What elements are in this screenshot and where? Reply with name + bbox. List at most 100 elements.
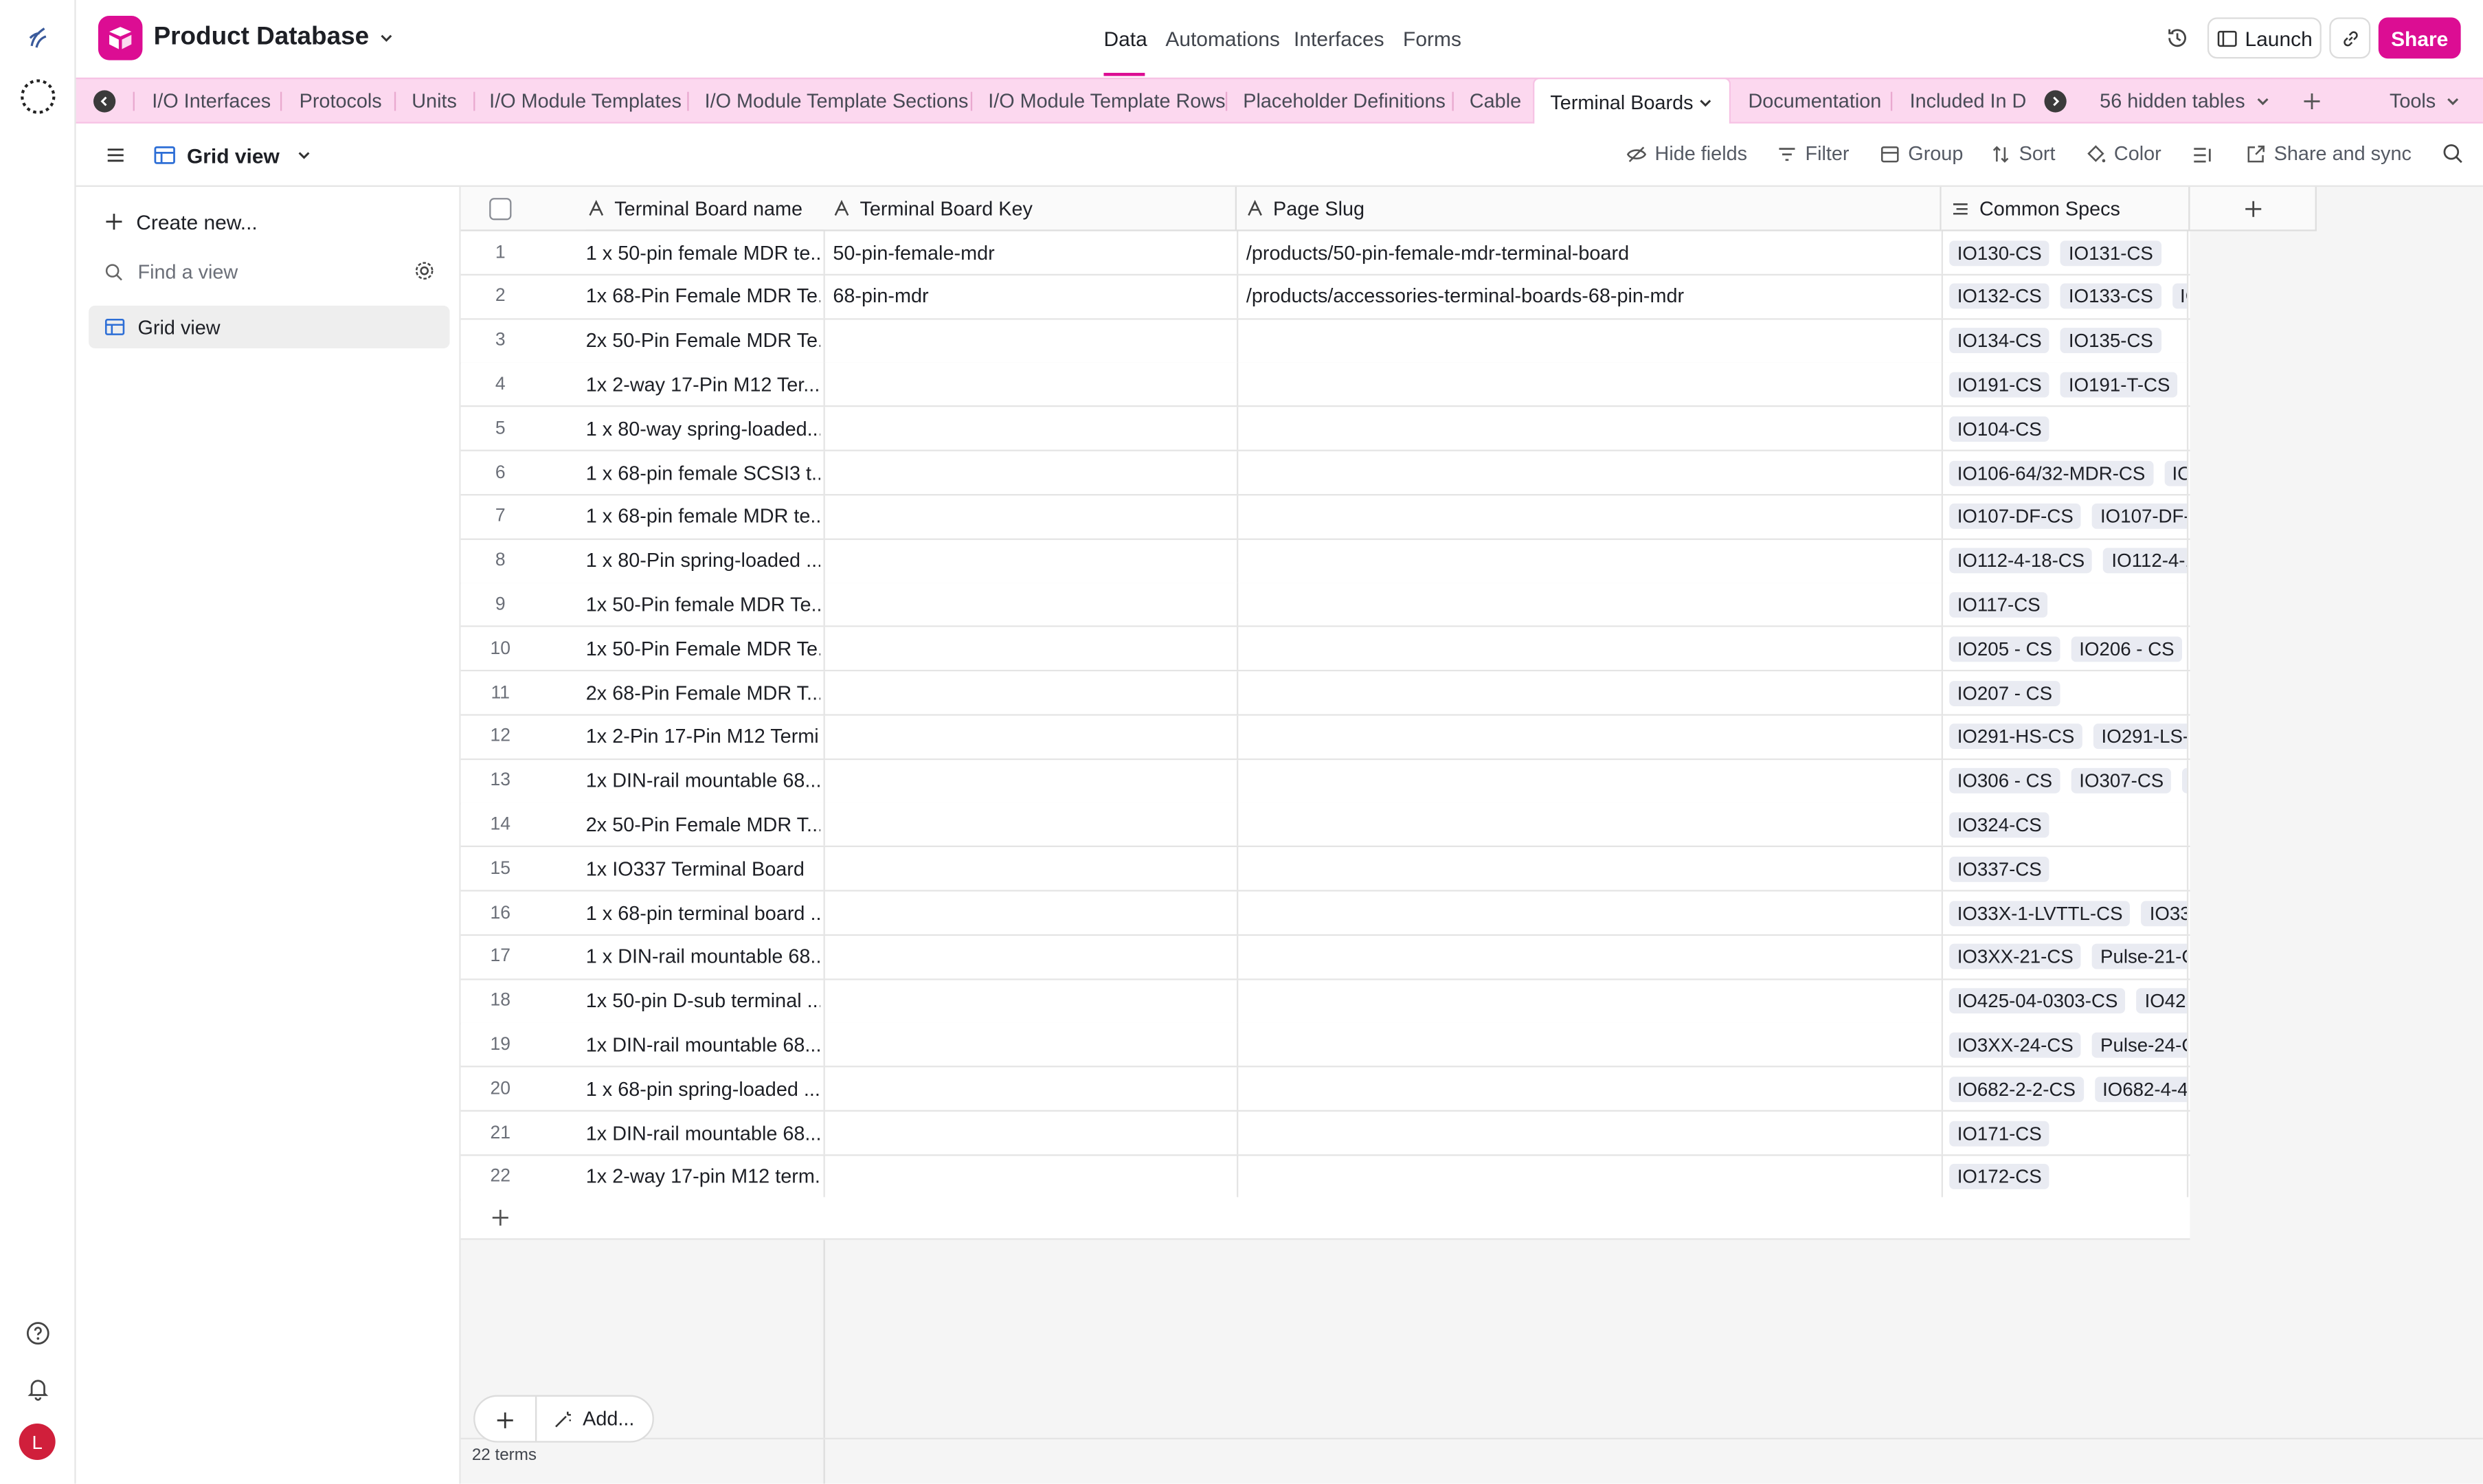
cell-page-slug[interactable] [1237,803,1942,846]
cell-common-specs[interactable]: IO324-CS [1941,803,2189,846]
table-row[interactable]: 16 1 x 68-pin terminal board ... IO33X-1-L… [460,891,2190,936]
cell-common-specs[interactable]: IO306 - CS IO307-CS IO [1941,759,2189,802]
cell-terminal-board-name[interactable]: 1x 2-Pin 17-Pin M12 Termi... [586,715,820,758]
share-and-sync-button[interactable]: Share and sync [2245,142,2412,165]
linked-record-pill[interactable]: IO1 [2164,460,2187,486]
tab-protocols[interactable]: Protocols [300,79,382,124]
cell-page-slug[interactable]: /products/accessories-terminal-boards-68… [1237,275,1942,318]
cell-common-specs[interactable]: IO291-HS-CS IO291-LS-C [1941,715,2189,758]
tab-included-in[interactable]: Included In De [1910,79,2027,124]
tab-io-module-template-rows[interactable]: I/O Module Template Rows [988,79,1225,124]
linked-record-pill[interactable]: IO307-CS [2071,768,2172,794]
cell-terminal-board-key[interactable] [823,979,1235,1022]
cell-common-specs[interactable]: IO337-CS [1941,847,2189,890]
linked-record-pill[interactable]: IO3XX-21-CS [1949,944,2082,970]
hide-fields-button[interactable]: Hide fields [1626,142,1747,165]
search-icon[interactable] [2440,141,2466,166]
table-row[interactable]: 10 1x 50-Pin Female MDR Te... IO205 - CS IO… [460,627,2190,672]
table-row[interactable]: 1 1 x 50-pin female MDR te... 50-pin-femal… [460,231,2190,276]
tab-units[interactable]: Units [412,79,457,124]
table-row[interactable]: 19 1x DIN-rail mountable 68... IO3XX-24-CS… [460,1023,2190,1068]
cell-page-slug[interactable] [1237,847,1942,890]
linked-record-pill[interactable]: IO [2182,768,2187,794]
share-button[interactable]: Share [2378,17,2461,59]
cell-terminal-board-key[interactable] [823,539,1235,583]
column-header-page-slug[interactable]: Page Slug [1237,186,1942,232]
linked-record-pill[interactable]: IO106-64/32-MDR-CS [1949,460,2153,486]
cell-terminal-board-name[interactable]: 1x 2-way 17-pin M12 term... [586,1156,820,1198]
linked-record-pill[interactable]: IO425-04-0303-CS [1949,988,2126,1014]
tab-io-module-templates[interactable]: I/O Module Templates [489,79,682,124]
cell-page-slug[interactable] [1237,407,1942,450]
cell-common-specs[interactable]: IO425-04-0303-CS IO425 [1941,979,2189,1022]
cell-page-slug[interactable] [1237,1156,1942,1199]
cell-terminal-board-key[interactable]: 68-pin-mdr [823,275,1235,318]
scroll-right-icon[interactable] [2044,90,2067,113]
linked-record-pill[interactable]: IO33X-1-LVTTL-CS [1949,900,2131,926]
table-row[interactable]: 14 2x 50-Pin Female MDR T... IO324-CS [460,803,2190,848]
cell-page-slug[interactable] [1237,495,1942,539]
linked-record-pill[interactable]: IO130-CS [1949,240,2050,266]
cell-page-slug[interactable] [1237,583,1942,627]
tab-cable[interactable]: Cable [1470,79,1521,124]
linked-record-pill[interactable]: IO172-CS [1949,1164,2050,1190]
cell-page-slug[interactable] [1237,715,1942,758]
find-view-field[interactable]: Find a view [104,258,437,286]
cell-terminal-board-name[interactable]: 2x 50-Pin Female MDR T... [586,803,820,846]
cell-common-specs[interactable]: IO106-64/32-MDR-CS IO1 [1941,451,2189,495]
cell-common-specs[interactable]: IO130-CS IO131-CS [1941,231,2189,274]
scroll-left-icon[interactable] [93,90,116,113]
linked-record-pill[interactable]: IO291-LS-C [2093,723,2187,750]
cell-page-slug[interactable] [1237,1111,1942,1155]
cell-page-slug[interactable] [1237,451,1942,495]
cell-terminal-board-key[interactable] [823,363,1235,406]
notifications-bell-icon[interactable] [24,1375,52,1403]
table-row[interactable]: 8 1 x 80-Pin spring-loaded ... IO112-4-18-… [460,539,2190,584]
cell-terminal-board-key[interactable] [823,1111,1235,1155]
tab-io-module-template-sections[interactable]: I/O Module Template Sections [705,79,969,124]
linked-record-pill[interactable]: IO135-CS [2060,328,2161,354]
column-header-terminal-board-key[interactable]: Terminal Board Key [823,186,1237,232]
cell-page-slug[interactable] [1237,671,1942,715]
cell-common-specs[interactable]: IO3XX-24-CS Pulse-24-C [1941,1023,2189,1067]
cell-page-slug[interactable] [1237,935,1942,978]
cell-common-specs[interactable]: IO104-CS [1941,407,2189,450]
settings-gear-icon[interactable] [414,260,436,282]
cell-terminal-board-key[interactable]: 50-pin-female-mdr [823,231,1235,274]
linked-record-pill[interactable]: IO112-4-18-CS [1949,548,2093,574]
linked-record-pill[interactable]: IO306 - CS [1949,768,2060,794]
cell-terminal-board-key[interactable] [823,627,1235,671]
table-row[interactable]: 2 1x 68-Pin Female MDR Te... 68-pin-mdr/pr… [460,275,2190,320]
table-row[interactable]: 5 1 x 80-way spring-loaded... IO104-CS [460,407,2190,452]
linked-record-pill[interactable]: IO191-T-CS [2060,372,2179,398]
linked-record-pill[interactable]: Pulse-24-C [2092,1032,2187,1058]
cell-page-slug[interactable] [1237,1023,1942,1067]
linked-record-pill[interactable]: IO1 [2172,284,2187,310]
add-record-row[interactable] [460,1197,2190,1240]
cell-terminal-board-key[interactable] [823,407,1235,450]
cell-terminal-board-name[interactable]: 1 x 68-pin terminal board ... [586,892,820,934]
cell-terminal-board-name[interactable]: 1x 2-way 17-Pin M12 Ter... [586,363,820,406]
table-row[interactable]: 22 1x 2-way 17-pin M12 term... IO172-CS [460,1156,2190,1200]
cell-terminal-board-name[interactable]: 1x 50-Pin female MDR Te... [586,583,820,626]
cell-common-specs[interactable]: IO33X-1-LVTTL-CS IO33X [1941,891,2189,934]
cell-common-specs[interactable]: IO191-CSIO191-T-CSIC [1941,363,2189,406]
cell-terminal-board-key[interactable] [823,1156,1235,1199]
table-row[interactable]: 13 1x DIN-rail mountable 68... IO306 - CS I… [460,759,2190,804]
add-with-ai-button[interactable]: Add... [552,1408,634,1430]
linked-record-pill[interactable]: Pulse-21-CS [2092,944,2187,970]
cell-terminal-board-key[interactable] [823,803,1235,846]
cell-page-slug[interactable] [1237,319,1942,362]
linked-record-pill[interactable]: IO205 - CS [1949,636,2060,662]
linked-record-pill[interactable]: IO134-CS [1949,328,2050,354]
cell-terminal-board-key[interactable] [823,715,1235,758]
cell-common-specs[interactable]: IO207 - CS [1941,671,2189,715]
tab-terminal-boards[interactable]: Terminal Boards [1533,77,1731,126]
nav-automations[interactable]: Automations [1165,27,1280,51]
cell-terminal-board-name[interactable]: 1 x 68-pin spring-loaded ... [586,1068,820,1110]
tools-dropdown[interactable]: Tools [2390,79,2461,124]
cell-page-slug[interactable]: /products/50-pin-female-mdr-terminal-boa… [1237,231,1942,274]
cell-terminal-board-name[interactable]: 1x 50-pin D-sub terminal ... [586,980,820,1022]
cell-terminal-board-name[interactable]: 1 x 68-pin female SCSI3 t... [586,451,820,494]
table-row[interactable]: 11 2x 68-Pin Female MDR T... IO207 - CS [460,671,2190,716]
